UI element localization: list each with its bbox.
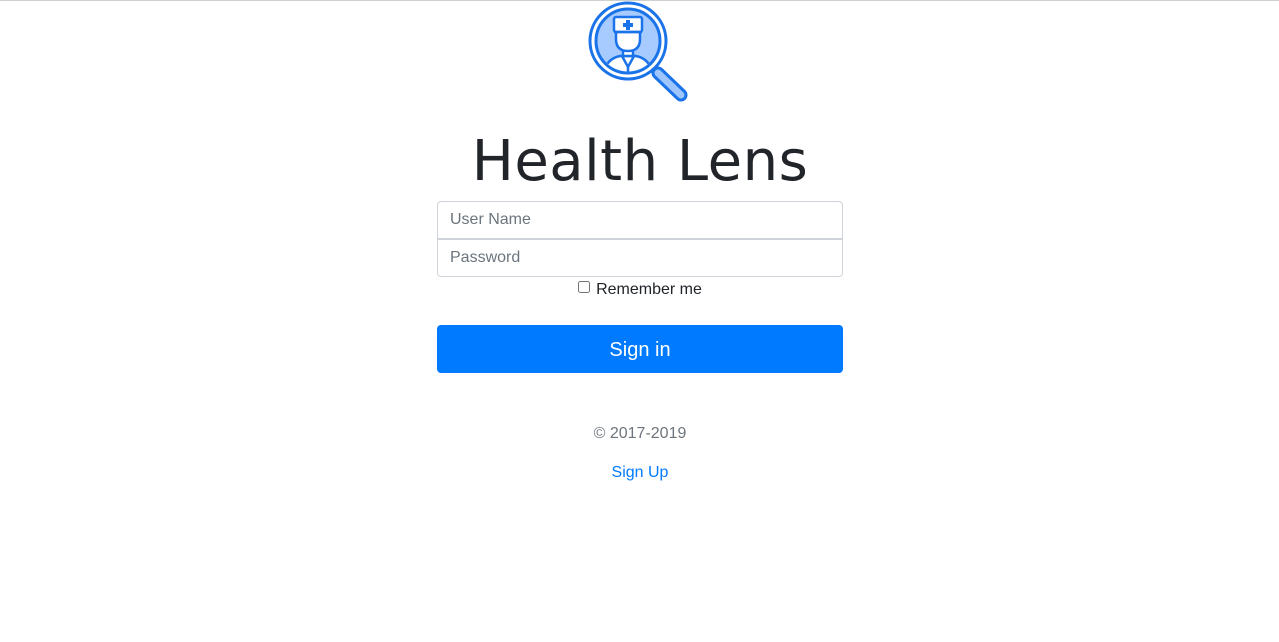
sign-up-row: Sign Up <box>437 463 843 483</box>
remember-me-label: Remember me <box>596 281 702 298</box>
password-input[interactable] <box>437 239 843 277</box>
remember-me-checkbox[interactable] <box>578 281 591 293</box>
remember-me-row: Remember me <box>437 280 843 300</box>
app-title: Health Lens <box>471 129 809 194</box>
username-input[interactable] <box>437 201 843 239</box>
copyright-text: © 2017-2019 <box>593 425 687 442</box>
doctor-magnifier-icon <box>586 1 692 103</box>
sign-up-link[interactable]: Sign Up <box>612 464 669 481</box>
sign-in-button[interactable]: Sign in <box>437 325 843 373</box>
remember-me-label-wrapper[interactable]: Remember me <box>578 281 702 298</box>
